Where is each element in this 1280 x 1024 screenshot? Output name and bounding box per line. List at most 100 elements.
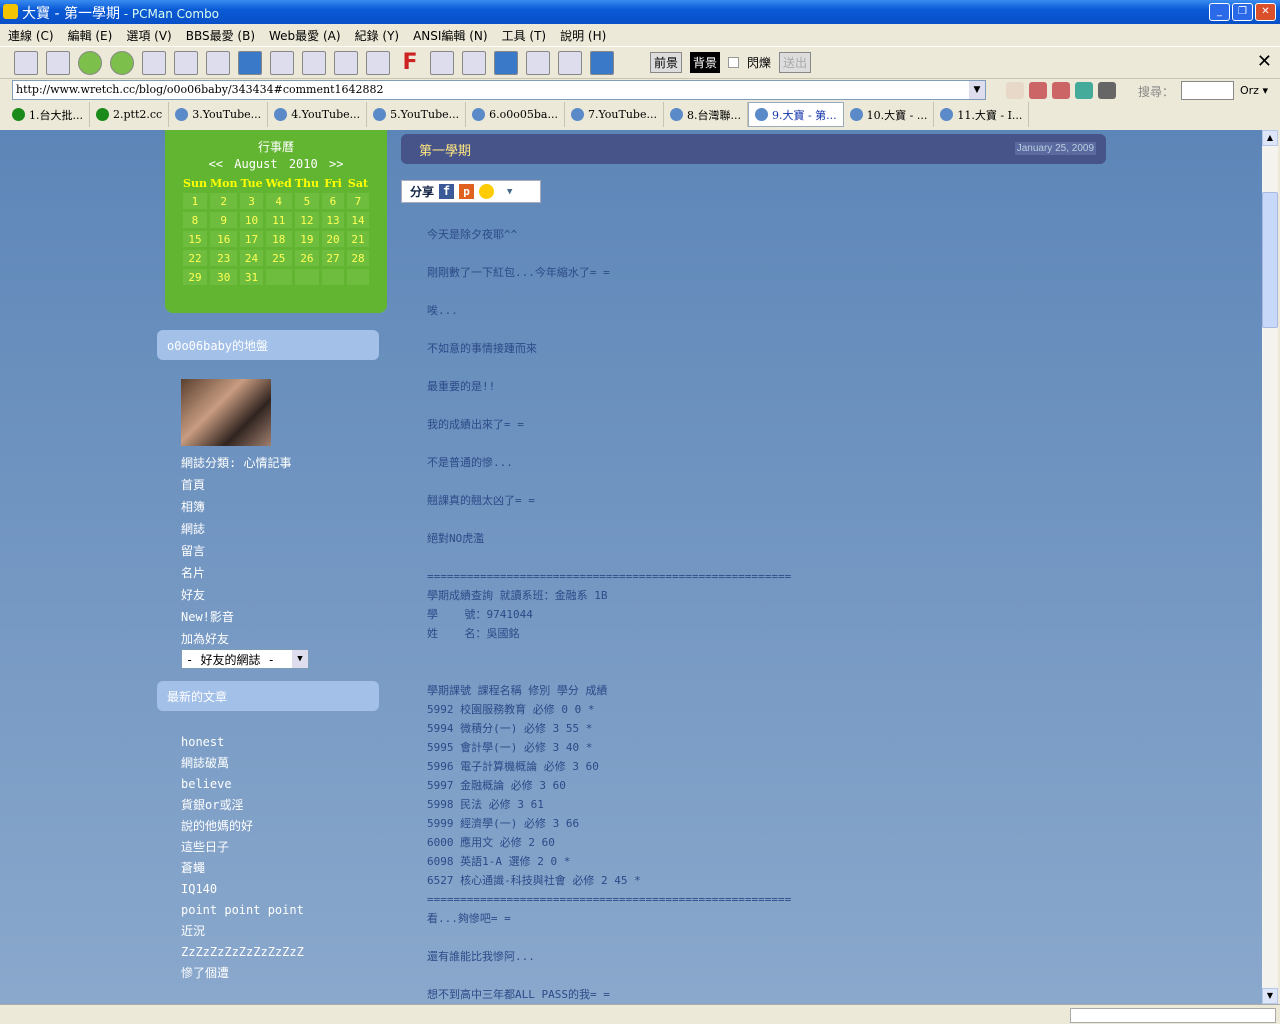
- recent-post-link[interactable]: 網誌破萬: [181, 753, 304, 774]
- menu-item[interactable]: 說明 (H): [560, 27, 606, 43]
- chevron-down-icon[interactable]: ▼: [292, 650, 308, 668]
- recent-post-link[interactable]: 說的他媽的好: [181, 816, 304, 837]
- recent-post-link[interactable]: 慘了個遭: [181, 963, 304, 984]
- recent-post-link[interactable]: 貨銀or或淫: [181, 795, 304, 816]
- scroll-down-icon[interactable]: ▼: [1262, 988, 1278, 1004]
- calendar-day[interactable]: 5: [294, 193, 319, 209]
- plurk-icon[interactable]: p: [459, 184, 475, 199]
- menu-item[interactable]: 連線 (C): [8, 27, 54, 43]
- address-bar[interactable]: http://www.wretch.cc/blog/o0o06baby/3434…: [12, 80, 986, 100]
- search-input[interactable]: [1181, 81, 1234, 100]
- scroll-thumb[interactable]: [1262, 192, 1278, 328]
- calendar-day[interactable]: 12: [294, 212, 319, 228]
- calendar-day[interactable]: 4: [265, 193, 292, 209]
- back-icon[interactable]: [78, 50, 102, 75]
- calendar-day[interactable]: 30: [209, 269, 238, 285]
- menu-item[interactable]: 工具 (T): [502, 27, 547, 43]
- recent-post-link[interactable]: 這些日子: [181, 837, 304, 858]
- prev-month-link[interactable]: <<: [209, 157, 223, 171]
- recent-post-link[interactable]: believe: [181, 774, 304, 795]
- calendar-day[interactable]: 20: [321, 231, 344, 247]
- terminal-icon[interactable]: [1098, 82, 1116, 99]
- minimize-button[interactable]: _: [1209, 3, 1230, 21]
- calendar-day[interactable]: 24: [240, 250, 263, 266]
- stop-icon[interactable]: [430, 50, 454, 75]
- sidebar-link[interactable]: 加為好友: [181, 628, 291, 650]
- calendar-day[interactable]: 26: [294, 250, 319, 266]
- calendar-day[interactable]: 8: [183, 212, 207, 228]
- globe-icon[interactable]: [1075, 82, 1093, 99]
- tab-item[interactable]: 2.ptt2.cc: [90, 102, 170, 127]
- calendar-day[interactable]: 18: [265, 231, 292, 247]
- menu-item[interactable]: 紀錄 (Y): [355, 27, 400, 43]
- sidebar-link[interactable]: 相簿: [181, 496, 291, 518]
- close-tab-icon[interactable]: ✕: [1257, 51, 1272, 72]
- close-button[interactable]: ✕: [1255, 3, 1276, 21]
- calendar-day[interactable]: 15: [183, 231, 207, 247]
- calendar-day[interactable]: 22: [183, 250, 207, 266]
- calendar-day[interactable]: 21: [346, 231, 369, 247]
- calendar-day[interactable]: 28: [346, 250, 369, 266]
- calendar-day[interactable]: 16: [209, 231, 238, 247]
- calendar-day[interactable]: 27: [321, 250, 344, 266]
- paste-icon[interactable]: [302, 50, 326, 75]
- tab-item[interactable]: 7.YouTube...: [565, 102, 664, 127]
- menu-item[interactable]: Web最愛 (A): [269, 27, 341, 43]
- tab-item[interactable]: 11.大寶 - I...: [934, 102, 1030, 127]
- menu-item[interactable]: 選項 (V): [126, 27, 171, 43]
- chevron-down-icon[interactable]: ▼: [969, 81, 985, 99]
- lock-icon[interactable]: [558, 50, 582, 75]
- calendar-day[interactable]: 1: [183, 193, 207, 209]
- scroll-up-icon[interactable]: ▲: [1262, 130, 1278, 146]
- disconnect-icon[interactable]: [142, 50, 166, 75]
- recent-post-link[interactable]: honest: [181, 732, 304, 753]
- tab-item[interactable]: 3.YouTube...: [169, 102, 269, 127]
- sidebar-link[interactable]: 名片: [181, 562, 291, 584]
- calendar-day[interactable]: 10: [240, 212, 263, 228]
- block-icon[interactable]: [526, 50, 550, 75]
- tab-item[interactable]: 5.YouTube...: [367, 102, 467, 127]
- recent-post-link[interactable]: point point point: [181, 900, 304, 921]
- calendar-day[interactable]: 13: [321, 212, 344, 228]
- calendar-day[interactable]: 6: [321, 193, 344, 209]
- share-bar[interactable]: 分享 f p ▼: [401, 180, 541, 203]
- home-icon[interactable]: [1006, 82, 1024, 99]
- calendar-day[interactable]: 17: [240, 231, 263, 247]
- search-engine-select[interactable]: Orz ▾: [1240, 84, 1268, 97]
- close-page-icon[interactable]: [206, 50, 230, 75]
- menu-item[interactable]: 編輯 (E): [68, 27, 113, 43]
- calendar-day[interactable]: 3: [240, 193, 263, 209]
- chevron-down-icon[interactable]: ▼: [507, 187, 512, 197]
- new-tab-icon[interactable]: [46, 50, 70, 75]
- calendar-day[interactable]: 11: [265, 212, 292, 228]
- logo-icon[interactable]: [590, 50, 614, 75]
- calendar-day[interactable]: 31: [240, 269, 263, 285]
- calendar-day[interactable]: 2: [209, 193, 238, 209]
- calendar-day[interactable]: 7: [346, 193, 369, 209]
- tab-item[interactable]: 1.台大批...: [6, 102, 90, 127]
- tab-item[interactable]: 6.o0o05ba...: [466, 102, 565, 127]
- tab-item[interactable]: 9.大寶 - 第...: [747, 102, 844, 127]
- tab-item[interactable]: 10.大寶 - ...: [844, 102, 935, 127]
- friends-blog-select[interactable]: - 好友的網誌 - ▼: [181, 649, 309, 669]
- sidebar-link[interactable]: New!影音: [181, 606, 291, 628]
- facebook-icon[interactable]: f: [439, 184, 455, 199]
- fullscreen-icon[interactable]: [462, 50, 486, 75]
- tab-item[interactable]: 8.台灣聯...: [664, 102, 748, 127]
- recent-post-link[interactable]: IQ140: [181, 879, 304, 900]
- forward-icon[interactable]: [110, 50, 134, 75]
- avatar[interactable]: [181, 379, 271, 446]
- add-favorite-icon[interactable]: [238, 50, 262, 75]
- sidebar-link[interactable]: 網誌: [181, 518, 291, 540]
- copy-icon[interactable]: [270, 50, 294, 75]
- sidebar-link[interactable]: 留言: [181, 540, 291, 562]
- find-icon[interactable]: [366, 50, 390, 75]
- yahoo-smiley-icon[interactable]: [479, 184, 495, 199]
- reconnect-icon[interactable]: [174, 50, 198, 75]
- calendar-day[interactable]: 14: [346, 212, 369, 228]
- recent-post-link[interactable]: 近況: [181, 921, 304, 942]
- sidebar-link[interactable]: 首頁: [181, 474, 291, 496]
- background-button[interactable]: 背景: [690, 52, 721, 73]
- recent-post-link[interactable]: 蒼蠅: [181, 858, 304, 879]
- popup-block-icon[interactable]: [1052, 82, 1070, 99]
